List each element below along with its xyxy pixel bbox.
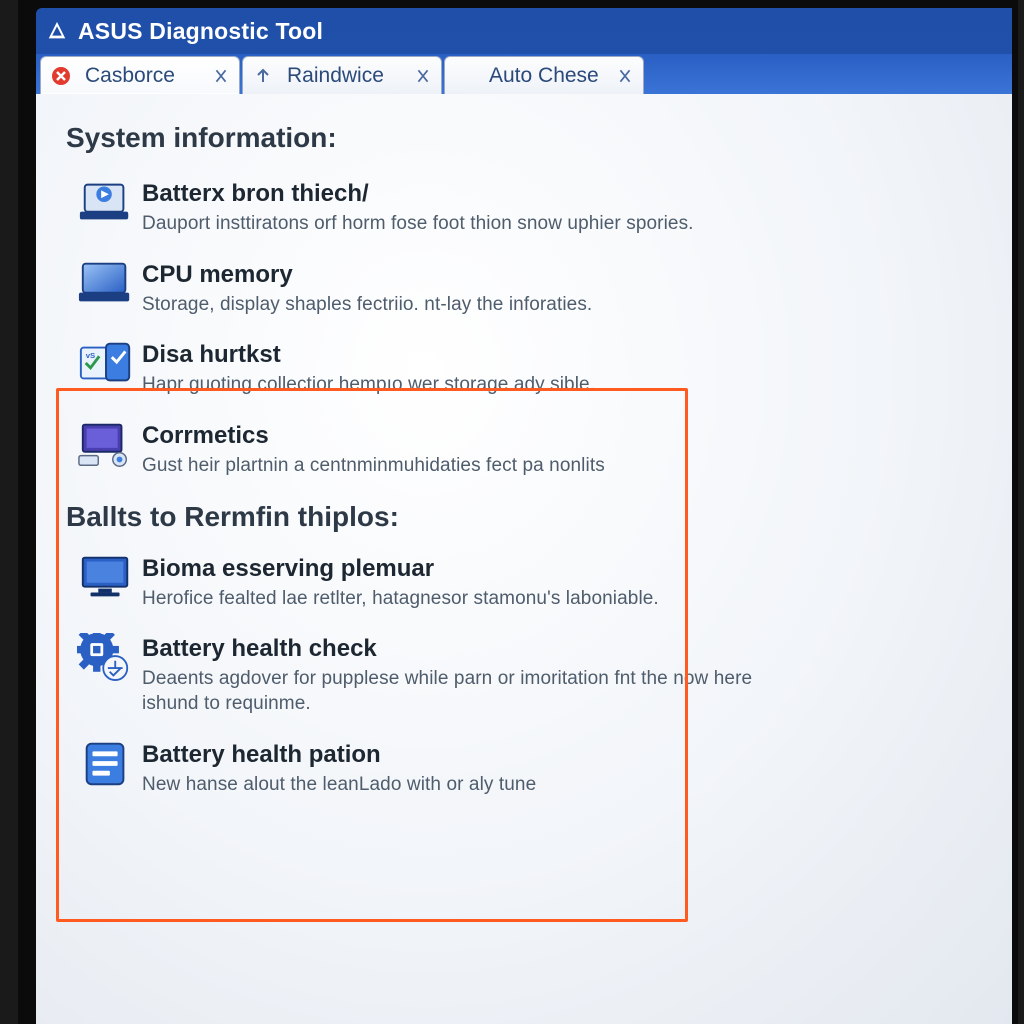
tab-label: Auto Chese bbox=[489, 64, 599, 88]
item-disa-hurtkst[interactable]: vS Disa hurtkst Hapr guoting collectior … bbox=[66, 333, 982, 414]
screen-bezel: ASUS Diagnostic Tool Casborce Raindwice bbox=[18, 0, 1018, 1024]
item-batterx-bron[interactable]: Batterx bron thiech/ Dauport insttiraton… bbox=[66, 172, 982, 253]
blank-icon bbox=[455, 66, 475, 86]
section-heading-ballts: Ballts to Rermfin thiplos: bbox=[66, 501, 982, 533]
item-desc: Deaents agdover for pupplese while parn … bbox=[142, 667, 762, 716]
tab-autochese[interactable]: Auto Chese bbox=[444, 56, 644, 94]
tab-label: Raindwice bbox=[287, 64, 384, 88]
window-title: ASUS Diagnostic Tool bbox=[78, 18, 323, 45]
item-title: Battery health pation bbox=[142, 741, 978, 769]
svg-text:vS: vS bbox=[86, 352, 95, 361]
item-desc: Herofice fealted lae retlter, hatagnesor… bbox=[142, 587, 762, 612]
item-desc: New hanse alout the leanLado with or aly… bbox=[142, 773, 762, 798]
tab-label: Casborce bbox=[85, 64, 175, 88]
laptop-dot-icon bbox=[70, 178, 142, 226]
item-title: CPU memory bbox=[142, 261, 978, 289]
section-heading-system-info: System information: bbox=[66, 122, 982, 154]
monitor-devices-icon bbox=[70, 420, 142, 468]
gear-chip-icon bbox=[70, 633, 142, 681]
item-battery-health-pation[interactable]: Battery health pation New hanse alout th… bbox=[66, 733, 982, 814]
item-desc: Gust heir plartnin a centnminmuhidaties … bbox=[142, 454, 762, 479]
tab-raindwice[interactable]: Raindwice bbox=[242, 56, 442, 94]
arrow-up-icon bbox=[253, 66, 273, 86]
item-corrmetics[interactable]: Corrmetics Gust heir plartnin a centnmin… bbox=[66, 414, 982, 495]
list-device-icon bbox=[70, 739, 142, 787]
content-panel: System information: Batterx bron thiech/… bbox=[36, 94, 1012, 1024]
item-desc: Hapr guoting collectior hempıo wer stora… bbox=[142, 373, 762, 398]
item-title: Disa hurtkst bbox=[142, 341, 978, 369]
tab-pin-icon[interactable] bbox=[617, 68, 633, 84]
tab-pin-icon[interactable] bbox=[213, 68, 229, 84]
application-window: ASUS Diagnostic Tool Casborce Raindwice bbox=[36, 8, 1012, 1024]
item-battery-health-check[interactable]: Battery health check Deaents agdover for… bbox=[66, 627, 982, 732]
tab-pin-icon[interactable] bbox=[415, 68, 431, 84]
check-device-icon: vS bbox=[70, 339, 142, 387]
tab-casborce[interactable]: Casborce bbox=[40, 56, 240, 94]
item-bioma-esserving[interactable]: Bioma esserving plemuar Herofice fealted… bbox=[66, 547, 982, 628]
item-desc: Storage, display shaples fectriio. nt-la… bbox=[142, 293, 762, 318]
item-desc: Dauport insttiratons orf horm fose foot … bbox=[142, 212, 762, 237]
laptop-screen-icon bbox=[70, 259, 142, 307]
item-title: Battery health check bbox=[142, 635, 978, 663]
item-cpu-memory[interactable]: CPU memory Storage, display shaples fect… bbox=[66, 253, 982, 334]
item-title: Bioma esserving plemuar bbox=[142, 555, 978, 583]
title-bar: ASUS Diagnostic Tool bbox=[36, 8, 1012, 54]
tab-strip: Casborce Raindwice Auto Chese bbox=[36, 54, 1012, 94]
item-title: Corrmetics bbox=[142, 422, 978, 450]
monitor-icon bbox=[70, 553, 142, 601]
close-red-icon bbox=[51, 66, 71, 86]
item-title: Batterx bron thiech/ bbox=[142, 180, 978, 208]
app-logo-icon bbox=[46, 20, 68, 42]
